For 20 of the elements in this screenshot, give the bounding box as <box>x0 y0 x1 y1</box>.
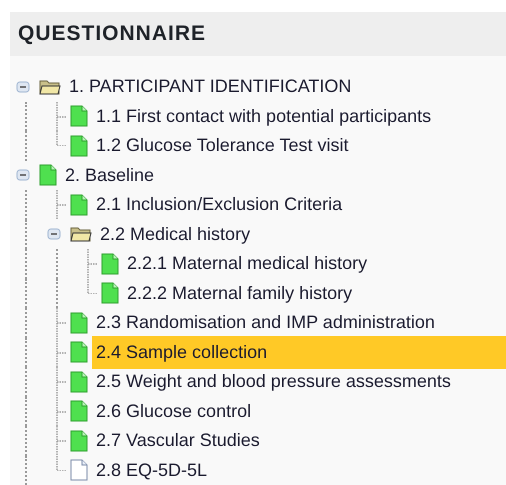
document-icon <box>70 341 88 364</box>
document-icon <box>70 430 88 452</box>
folder-icon <box>39 78 61 95</box>
document-icon <box>70 134 88 157</box>
document-icon <box>39 164 57 186</box>
document-icon <box>70 312 88 334</box>
tree-line <box>56 396 67 426</box>
document-icon <box>101 252 119 275</box>
tree-line <box>56 338 67 366</box>
panel-title: QUESTIONNAIRE <box>18 21 206 48</box>
document-icon <box>70 400 88 422</box>
folder-icon <box>70 226 92 242</box>
tree-line <box>56 367 67 396</box>
tree-item[interactable]: 2.4 Sample collection <box>92 336 506 369</box>
document-icon <box>70 105 88 128</box>
document-icon <box>70 459 88 482</box>
tree-line <box>56 190 67 219</box>
document-icon <box>70 194 88 216</box>
document-icon <box>70 370 88 393</box>
document-icon <box>101 282 119 304</box>
